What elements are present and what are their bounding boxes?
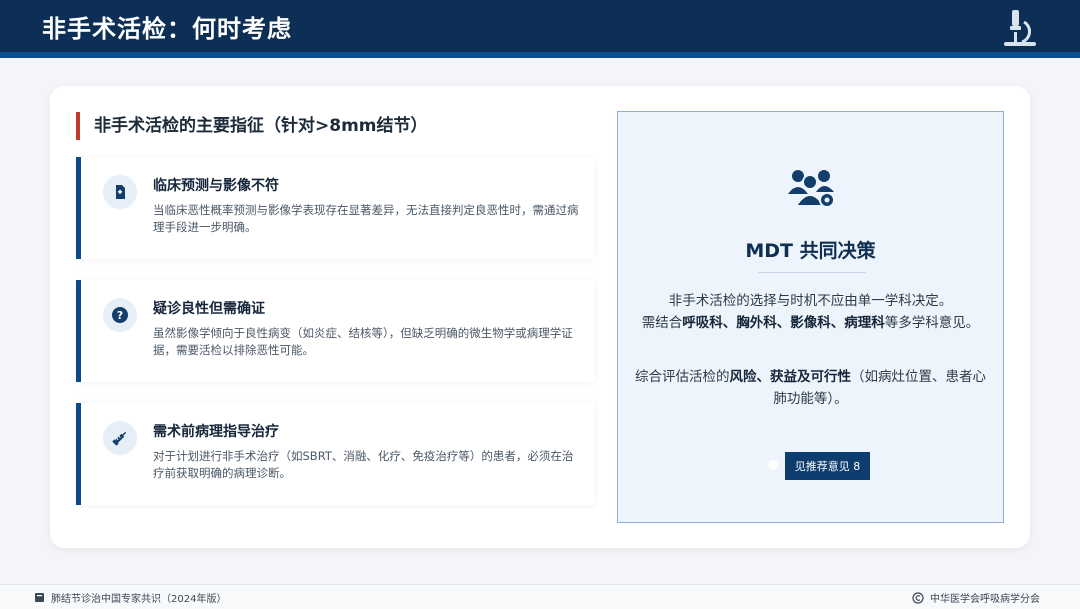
footer-left-text: 肺结节诊治中国专家共识（2024年版） [51,594,227,605]
card-title: 需术前病理指导治疗 [153,424,279,440]
mdt-title: MDT 共同决策 [745,240,876,262]
footer-bar: 肺结节诊治中国专家共识（2024年版） 中华医学会呼吸病学分会 [0,584,1080,609]
indication-card-1: 临床预测与影像不符 当临床恶性概率预测与影像学表现存在显著差异，无法直接判定良恶… [76,157,595,259]
card-title: 疑诊良性但需确证 [153,301,265,317]
indicator-dot [768,460,778,470]
syringe-icon [103,421,137,455]
mdt-text: 等多学科意见。 [884,315,980,331]
footer-source: 肺结节诊治中国专家共识（2024年版） [34,590,226,605]
header-accent [0,52,1080,58]
card-title: 临床预测与影像不符 [153,178,279,194]
mdt-emphasis: 风险、获益及可行性 [729,369,852,385]
indication-card-2: ? 疑诊良性但需确证 虽然影像学倾向于良性病变（如炎症、结核等），但缺乏明确的微… [76,280,595,382]
card-text: 对于计划进行非手术治疗（如SBRT、消融、化疗、免疫治疗等）的患者，必须在治疗前… [153,449,574,480]
divider [758,272,866,273]
mdt-text: 非手术活检的选择与时机不应由单一学科决定。 [668,293,953,309]
footer-copyright: 中华医学会呼吸病学分会 [912,590,1040,605]
mdt-text-line: 需结合呼吸科、胸外科、影像科、病理科等多学科意见。 [632,312,989,334]
question-circle-icon: ? [103,298,137,332]
copyright-icon [912,591,924,604]
card-text: 虽然影像学倾向于良性病变（如炎症、结核等），但缺乏明确的微生物学或病理学证据，需… [153,326,573,357]
mdt-panel: MDT 共同决策 非手术活检的选择与时机不应由单一学科决定。 需结合呼吸科、胸外… [617,111,1004,523]
footer-right-text: 中华医学会呼吸病学分会 [930,594,1040,605]
mdt-text: 综合评估活检的 [635,369,730,385]
mdt-emphasis: 呼吸科、胸外科、影像科、病理科 [682,315,885,331]
mdt-text: 需结合 [641,315,683,331]
svg-text:?: ? [117,309,123,322]
mdt-paragraph-2: 综合评估活检的风险、获益及可行性（如病灶位置、患者心肺功能等）。 [632,366,989,410]
microscope-icon [1004,10,1036,46]
card-text: 当临床恶性概率预测与影像学表现存在显著差异，无法直接判定良恶性时，需通过病理手段… [153,203,579,234]
page-title: 非手术活检：何时考虑 [42,15,292,43]
indication-card-3: 需术前病理指导治疗 对于计划进行非手术治疗（如SBRT、消融、化疗、免疫治疗等）… [76,403,595,505]
file-medical-icon [103,175,137,209]
section-title: 非手术活检的主要指征（针对>8mm结节） [76,112,428,140]
team-settings-icon [788,170,835,208]
book-icon [35,593,44,602]
mdt-paragraph-1: 非手术活检的选择与时机不应由单一学科决定。 需结合呼吸科、胸外科、影像科、病理科… [632,290,989,334]
recommendation-button[interactable]: 见推荐意见 8 [785,452,870,480]
header-bar: 非手术活检：何时考虑 [0,0,1080,52]
